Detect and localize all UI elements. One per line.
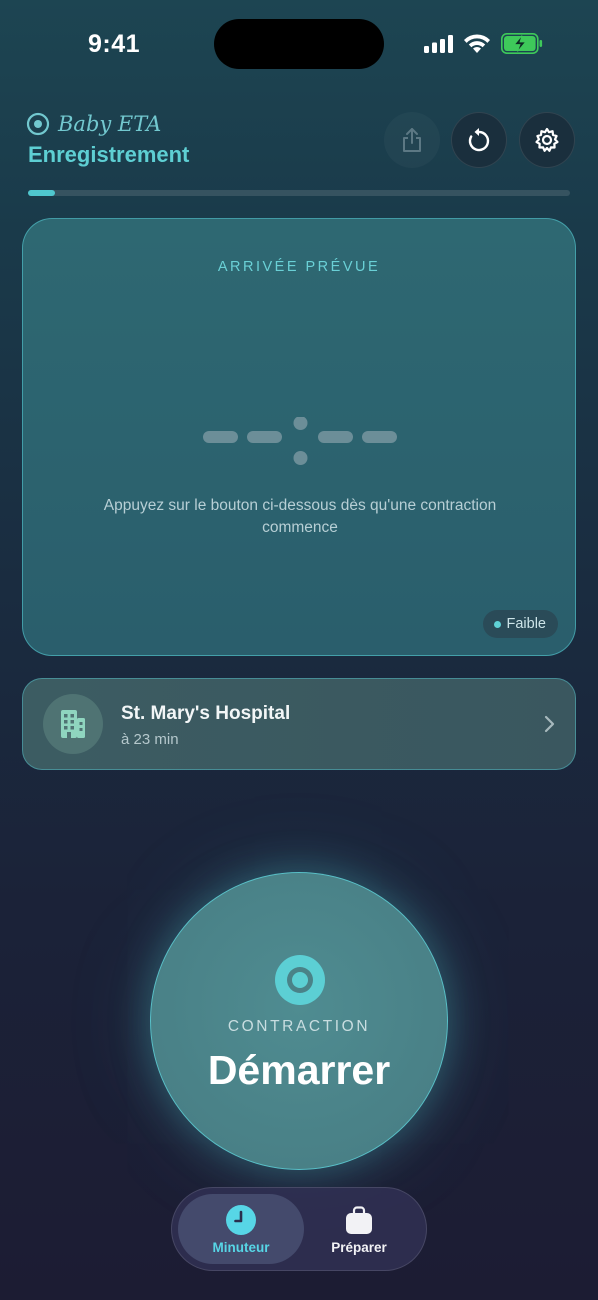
page-title: Enregistrement xyxy=(28,142,190,167)
hospital-icon-badge xyxy=(43,694,103,754)
cellular-signal-icon xyxy=(424,35,453,53)
empty-time-placeholder-icon xyxy=(203,417,397,465)
share-icon xyxy=(403,128,421,152)
tab-preparer[interactable]: Préparer xyxy=(296,1194,422,1264)
confidence-dot xyxy=(493,620,501,628)
start-contraction-button[interactable]: CONTRACTION Démarrer xyxy=(150,872,448,1170)
eta-hint: Appuyez sur le bouton ci-dessous dès qu'… xyxy=(103,497,497,536)
session-progress-fill xyxy=(28,190,56,196)
clock-icon xyxy=(226,1204,256,1235)
battery-charging-icon xyxy=(501,33,543,54)
tab-label: Minuteur xyxy=(212,1239,270,1255)
chevron-right-icon xyxy=(544,715,555,733)
tab-bar: Minuteur Préparer xyxy=(171,1187,427,1271)
confidence-label: Faible xyxy=(506,616,547,632)
gear-icon xyxy=(535,127,559,152)
status-time: 9:41 xyxy=(88,30,141,58)
hospital-name: St. Mary's Hospital xyxy=(121,703,291,724)
reset-button[interactable] xyxy=(451,112,507,168)
tab-minuteur[interactable]: Minuteur xyxy=(178,1194,304,1264)
session-progress-bar xyxy=(28,190,570,196)
start-label: Démarrer xyxy=(207,1047,391,1093)
dynamic-island xyxy=(214,19,384,69)
hospital-travel-time: à 23 min xyxy=(121,731,179,748)
bag-icon xyxy=(346,1205,372,1234)
wifi-icon xyxy=(464,34,490,53)
brand-name: Baby ETA xyxy=(58,112,162,136)
status-bar: 9:41 xyxy=(0,0,598,90)
record-circle-icon xyxy=(26,112,50,136)
reset-icon xyxy=(468,128,490,152)
hospital-card[interactable]: St. Mary's Hospital à 23 min xyxy=(22,678,576,770)
contraction-label: CONTRACTION xyxy=(227,1018,371,1035)
settings-button[interactable] xyxy=(519,112,575,168)
share-button[interactable] xyxy=(384,112,440,168)
hospital-building-icon xyxy=(61,710,85,738)
tab-label: Préparer xyxy=(331,1239,387,1255)
brand: Baby ETA xyxy=(26,112,161,136)
confidence-badge: Faible xyxy=(482,610,558,638)
eta-label: ARRIVÉE PRÉVUE xyxy=(217,259,381,275)
eta-card: ARRIVÉE PRÉVUE Appuyez sur le bouton ci-… xyxy=(22,218,576,656)
record-circle-icon xyxy=(275,955,325,1005)
